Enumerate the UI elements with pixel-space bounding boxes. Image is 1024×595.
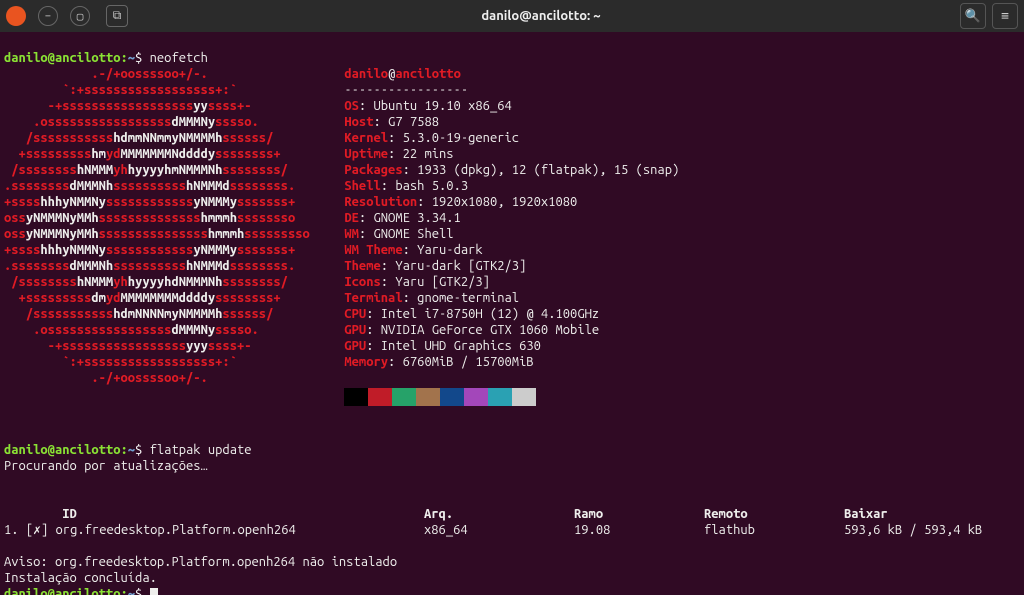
search-button[interactable]: 🔍 — [960, 3, 986, 29]
command-text: neofetch — [150, 51, 208, 65]
neofetch-info: danilo@ancilotto ----------------- OS: U… — [344, 66, 679, 410]
nf-host: ancilotto — [395, 67, 461, 81]
terminal-output[interactable]: danilo@ancilotto:~$ neofetch .-/+oosssso… — [0, 32, 1024, 595]
new-tab-button[interactable]: ⧉ — [106, 5, 128, 27]
color-swatch — [512, 388, 536, 406]
prompt-line-3: danilo@ancilotto:~$ — [4, 587, 158, 595]
prompt-line-2: danilo@ancilotto:~$ flatpak update — [4, 443, 252, 457]
close-window-button[interactable] — [6, 6, 26, 26]
flatpak-done: Instalação concluída. — [4, 571, 157, 585]
maximize-window-button[interactable]: ▢ — [70, 6, 90, 26]
nf-user: danilo — [344, 67, 388, 81]
hamburger-icon: ≡ — [1001, 9, 1009, 24]
color-swatch — [392, 388, 416, 406]
color-swatch — [440, 388, 464, 406]
prompt-userhost: danilo@ancilotto — [4, 51, 120, 65]
flatpak-searching: Procurando por atualizações… — [4, 459, 208, 473]
cursor — [150, 588, 158, 595]
titlebar: − ▢ ⧉ danilo@ancilotto: ~ 🔍 ≡ — [0, 0, 1024, 32]
prompt-path: ~ — [128, 51, 135, 65]
ascii-logo: .-/+oossssoo+/-. `:+ssssssssssssssssss+:… — [4, 66, 324, 386]
color-swatch — [368, 388, 392, 406]
color-swatches — [344, 388, 679, 410]
prompt-line-1: danilo@ancilotto:~$ neofetch — [4, 51, 208, 65]
color-swatch — [416, 388, 440, 406]
flatpak-warning: Aviso: org.freedesktop.Platform.openh264… — [4, 555, 397, 569]
nf-separator: ----------------- — [344, 83, 468, 97]
flatpak-table-row: 1. [✗] org.freedesktop.Platform.openh264… — [4, 523, 982, 537]
command-text: flatpak update — [150, 443, 252, 457]
color-swatch — [464, 388, 488, 406]
flatpak-table-header: IDArq.RamoRemotoBaixar — [4, 507, 888, 521]
neofetch-block: .-/+oossssoo+/-. `:+ssssssssssssssssss+:… — [4, 66, 1020, 410]
color-swatch — [344, 388, 368, 406]
color-swatch — [488, 388, 512, 406]
window-title: danilo@ancilotto: ~ — [128, 9, 954, 23]
menu-button[interactable]: ≡ — [992, 3, 1018, 29]
search-icon: 🔍 — [965, 9, 981, 24]
minimize-window-button[interactable]: − — [38, 6, 58, 26]
